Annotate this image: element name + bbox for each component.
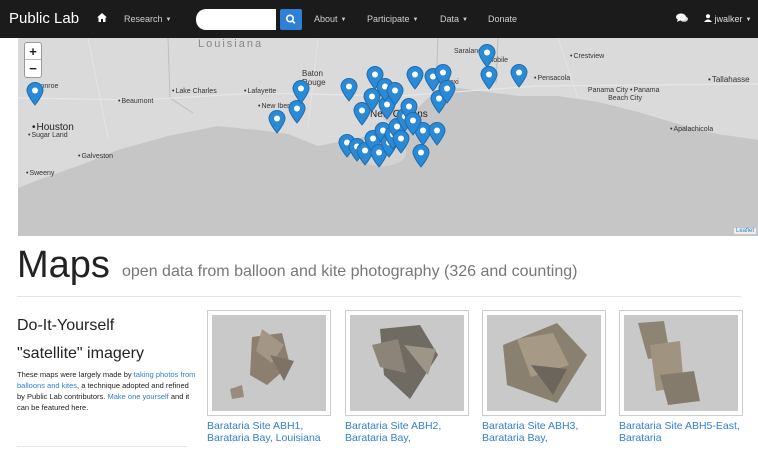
make-one-link[interactable]: Make one yourself (107, 392, 168, 401)
map-title-link[interactable]: Barataria Site ABH3, Barataria Bay, (482, 420, 606, 444)
map-title-link[interactable]: Barataria Site ABH5-East, Barataria (619, 420, 743, 444)
map-marker-icon[interactable] (412, 144, 430, 168)
chevron-down-icon: ▼ (745, 17, 752, 23)
sidebar-description: These maps were largely made by taking p… (17, 370, 196, 412)
page-subtitle: open data from balloon and kite photogra… (122, 263, 578, 280)
map-view[interactable]: + − Louisiana Conroe Beaumont Lake Charl… (18, 38, 758, 236)
map-marker-icon[interactable] (386, 82, 404, 106)
map-marker-icon[interactable] (404, 112, 422, 136)
map-card[interactable]: Barataria Site ABH3, Barataria Bay, (482, 310, 606, 444)
search-input[interactable] (196, 9, 276, 30)
zoom-out-button[interactable]: − (25, 60, 41, 77)
nav-about[interactable]: About ▼ (314, 14, 346, 24)
place-label: Panama City (630, 87, 662, 103)
chevron-down-icon: ▼ (340, 17, 347, 23)
map-marker-icon[interactable] (510, 64, 528, 88)
sidebar-heading: Do-It-Yourself "satellite" imagery (17, 317, 144, 362)
place-label: Beaumont (118, 98, 153, 105)
user-icon (704, 14, 712, 22)
nav-data[interactable]: Data ▼ (440, 14, 468, 24)
search-button[interactable] (280, 9, 302, 30)
map-card[interactable]: Barataria Site ABH5-East, Barataria (619, 310, 743, 444)
nav-research[interactable]: Research ▼ (124, 14, 171, 24)
search-icon (286, 14, 296, 24)
nav-participate[interactable]: Participate ▼ (367, 14, 418, 24)
map-thumbnail[interactable] (482, 310, 606, 416)
page-title: Maps (17, 244, 110, 286)
chat-icon[interactable] (676, 13, 688, 25)
map-marker-icon[interactable] (268, 110, 286, 134)
place-label: Apalachicola (670, 126, 713, 133)
place-label: Pensacola (534, 75, 570, 82)
divider (17, 446, 187, 447)
place-label: Sweeny (26, 170, 54, 177)
map-card[interactable]: Barataria Site ABH2, Barataria Bay, (345, 310, 469, 444)
attribution-link[interactable]: Leaflet (733, 228, 756, 234)
map-marker-icon[interactable] (406, 66, 424, 90)
map-marker-icon[interactable] (480, 66, 498, 90)
place-label: Louisiana (198, 38, 264, 50)
map-marker-icon[interactable] (428, 122, 446, 146)
map-marker-icon[interactable] (26, 82, 44, 106)
place-label: Lake Charles (172, 88, 216, 95)
map-thumbnail[interactable] (207, 310, 331, 416)
map-marker-icon[interactable] (438, 80, 456, 104)
place-label: Panama City Beach (587, 87, 628, 102)
user-menu[interactable]: jwalker ▼ (704, 14, 751, 24)
map-thumbnail[interactable] (619, 310, 743, 416)
place-label: Lafayette (244, 88, 276, 95)
map-marker-icon[interactable] (340, 78, 358, 102)
map-card[interactable]: Barataria Site ABH1, Barataria Bay, Loui… (207, 310, 331, 444)
map-thumbnail[interactable] (345, 310, 469, 416)
map-title-link[interactable]: Barataria Site ABH1, Barataria Bay, Loui… (207, 420, 331, 444)
brand-logo[interactable]: Public Lab (9, 10, 79, 27)
divider (17, 296, 741, 297)
nav-donate[interactable]: Donate (488, 14, 517, 24)
map-marker-icon[interactable] (292, 80, 310, 104)
chevron-down-icon: ▼ (412, 17, 419, 23)
place-label: Crestview (570, 53, 604, 60)
map-marker-icon[interactable] (478, 44, 496, 68)
top-navbar: Public Lab Research ▼ About ▼ Participate ▼… (0, 0, 758, 38)
place-label: Sugar Land (28, 132, 67, 139)
home-icon[interactable] (97, 13, 107, 24)
zoom-in-button[interactable]: + (25, 43, 41, 60)
place-label: Tallahasse (708, 75, 750, 84)
zoom-control: + − (24, 42, 42, 78)
place-label: Galveston (78, 153, 113, 160)
map-title-link[interactable]: Barataria Site ABH2, Barataria Bay, (345, 420, 469, 444)
chevron-down-icon: ▼ (462, 17, 468, 23)
chevron-down-icon: ▼ (165, 17, 172, 23)
